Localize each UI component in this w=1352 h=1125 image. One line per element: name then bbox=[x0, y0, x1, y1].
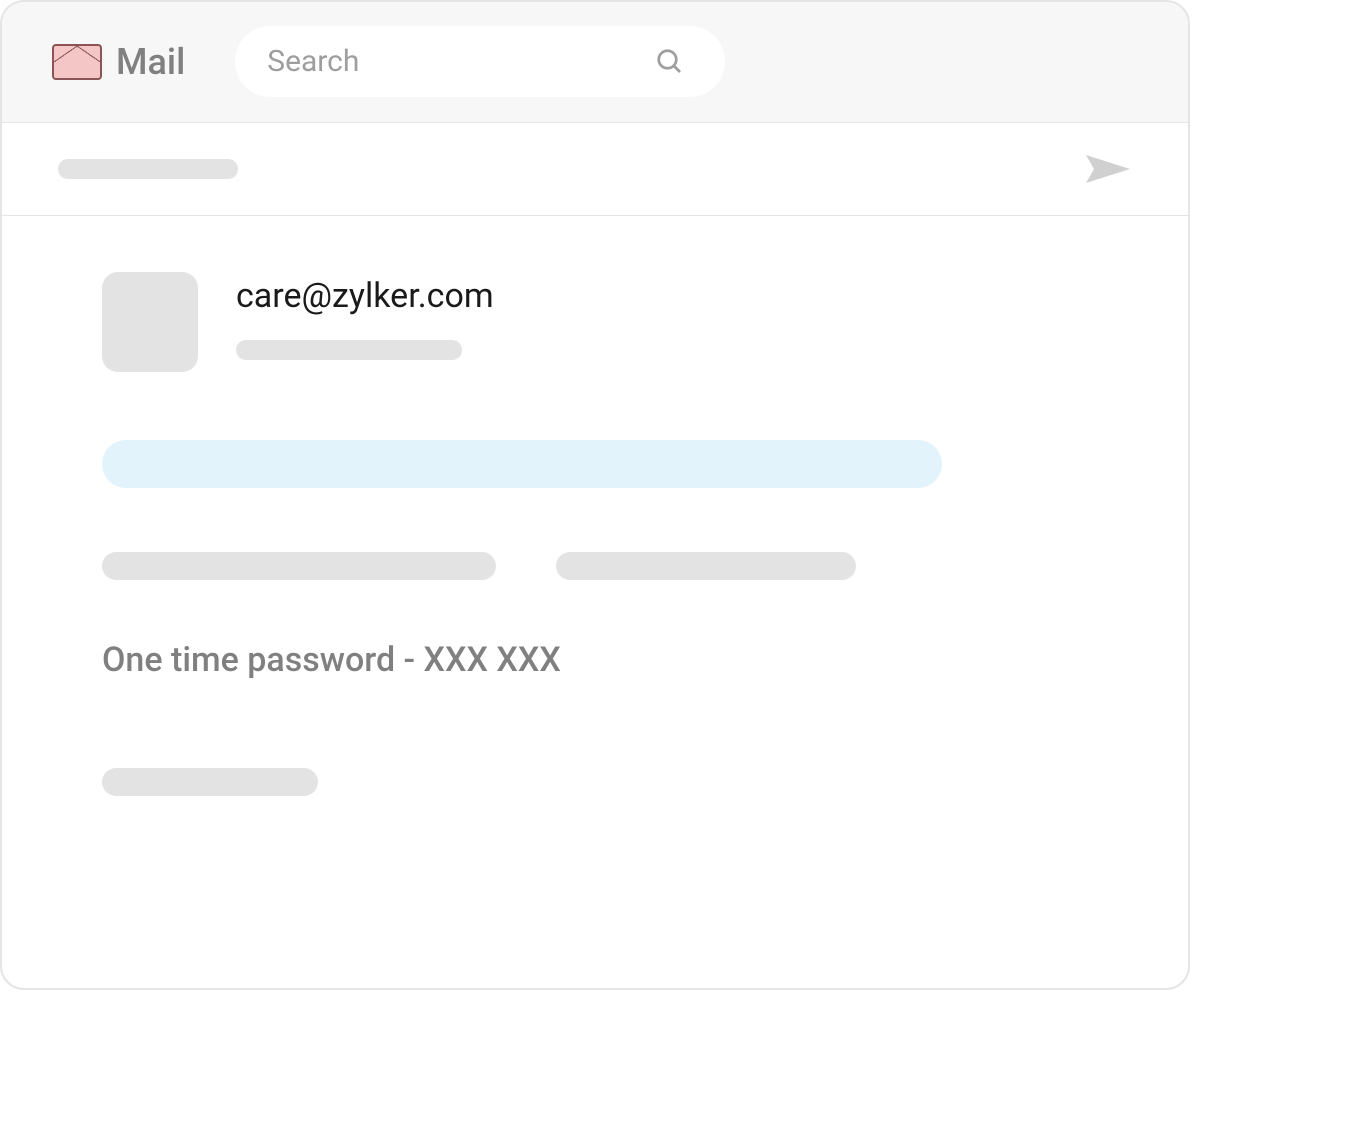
mail-window: Mail Search care@zylker.com bbox=[0, 0, 1190, 990]
search-placeholder: Search bbox=[267, 44, 359, 79]
body-line-placeholder bbox=[102, 552, 496, 580]
otp-text: One time password - XXX XXX bbox=[102, 640, 1088, 680]
sender-email: care@zylker.com bbox=[236, 276, 494, 316]
search-icon bbox=[655, 47, 685, 77]
app-title: Mail bbox=[116, 41, 185, 83]
send-icon[interactable] bbox=[1084, 151, 1132, 187]
header-bar: Mail Search bbox=[2, 2, 1188, 122]
avatar bbox=[102, 272, 198, 372]
toolbar-placeholder bbox=[58, 159, 238, 179]
body-row bbox=[102, 552, 1088, 580]
toolbar bbox=[2, 122, 1188, 216]
sender-meta-placeholder bbox=[236, 340, 462, 360]
footer-placeholder bbox=[102, 768, 318, 796]
highlight-bar bbox=[102, 440, 942, 488]
mail-logo: Mail bbox=[52, 41, 185, 83]
body-line-placeholder bbox=[556, 552, 856, 580]
sender-info: care@zylker.com bbox=[236, 272, 494, 360]
sender-row: care@zylker.com bbox=[102, 272, 1088, 372]
search-input[interactable]: Search bbox=[235, 26, 725, 97]
message-content: care@zylker.com One time password - XXX … bbox=[2, 216, 1188, 852]
envelope-icon bbox=[52, 44, 102, 80]
